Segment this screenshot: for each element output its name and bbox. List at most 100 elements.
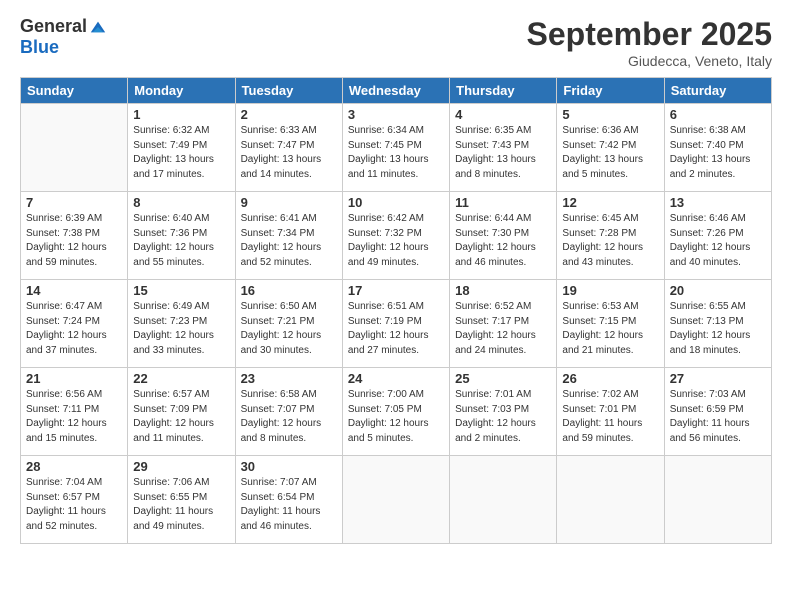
calendar-cell: 29 Sunrise: 7:06 AM Sunset: 6:55 PM Dayli… xyxy=(128,456,235,544)
header-thursday: Thursday xyxy=(450,78,557,104)
header: General Blue September 2025 Giudecca, Ve… xyxy=(20,16,772,69)
calendar-cell: 2 Sunrise: 6:33 AM Sunset: 7:47 PM Daylig… xyxy=(235,104,342,192)
cell-content: Sunrise: 7:04 AM Sunset: 6:57 PM Dayligh… xyxy=(26,476,122,534)
cell-content: Sunrise: 7:01 AM Sunset: 7:03 PM Dayligh… xyxy=(455,388,551,446)
day-number: 6 xyxy=(670,107,766,122)
calendar-table: SundayMondayTuesdayWednesdayThursdayFrid… xyxy=(20,77,772,544)
day-number: 21 xyxy=(26,371,122,386)
calendar-cell xyxy=(664,456,771,544)
cell-content: Sunrise: 6:36 AM Sunset: 7:42 PM Dayligh… xyxy=(562,124,658,182)
cell-content: Sunrise: 6:47 AM Sunset: 7:24 PM Dayligh… xyxy=(26,300,122,358)
calendar-cell xyxy=(21,104,128,192)
cell-content: Sunrise: 6:41 AM Sunset: 7:34 PM Dayligh… xyxy=(241,212,337,270)
cell-content: Sunrise: 7:00 AM Sunset: 7:05 PM Dayligh… xyxy=(348,388,444,446)
location: Giudecca, Veneto, Italy xyxy=(527,53,772,69)
calendar-cell: 26 Sunrise: 7:02 AM Sunset: 7:01 PM Dayli… xyxy=(557,368,664,456)
calendar-cell: 15 Sunrise: 6:49 AM Sunset: 7:23 PM Dayli… xyxy=(128,280,235,368)
cell-content: Sunrise: 6:58 AM Sunset: 7:07 PM Dayligh… xyxy=(241,388,337,446)
day-number: 23 xyxy=(241,371,337,386)
day-number: 5 xyxy=(562,107,658,122)
day-number: 19 xyxy=(562,283,658,298)
cell-content: Sunrise: 6:32 AM Sunset: 7:49 PM Dayligh… xyxy=(133,124,229,182)
cell-content: Sunrise: 6:45 AM Sunset: 7:28 PM Dayligh… xyxy=(562,212,658,270)
cell-content: Sunrise: 7:07 AM Sunset: 6:54 PM Dayligh… xyxy=(241,476,337,534)
logo-general-text: General xyxy=(20,16,87,37)
header-sunday: Sunday xyxy=(21,78,128,104)
cell-content: Sunrise: 6:51 AM Sunset: 7:19 PM Dayligh… xyxy=(348,300,444,358)
day-number: 28 xyxy=(26,459,122,474)
calendar-cell xyxy=(342,456,449,544)
calendar-cell: 11 Sunrise: 6:44 AM Sunset: 7:30 PM Dayli… xyxy=(450,192,557,280)
title-area: September 2025 Giudecca, Veneto, Italy xyxy=(527,16,772,69)
calendar-cell: 24 Sunrise: 7:00 AM Sunset: 7:05 PM Dayli… xyxy=(342,368,449,456)
day-number: 16 xyxy=(241,283,337,298)
calendar-week-row: 7Sunrise: 6:39 AM Sunset: 7:38 PM Daylig… xyxy=(21,192,772,280)
calendar-cell: 6 Sunrise: 6:38 AM Sunset: 7:40 PM Daylig… xyxy=(664,104,771,192)
calendar-cell: 27 Sunrise: 7:03 AM Sunset: 6:59 PM Dayli… xyxy=(664,368,771,456)
cell-content: Sunrise: 6:33 AM Sunset: 7:47 PM Dayligh… xyxy=(241,124,337,182)
day-number: 1 xyxy=(133,107,229,122)
calendar-week-row: 14Sunrise: 6:47 AM Sunset: 7:24 PM Dayli… xyxy=(21,280,772,368)
month-title: September 2025 xyxy=(527,16,772,53)
calendar-cell: 17Sunrise: 6:51 AM Sunset: 7:19 PM Dayli… xyxy=(342,280,449,368)
cell-content: Sunrise: 6:38 AM Sunset: 7:40 PM Dayligh… xyxy=(670,124,766,182)
day-number: 25 xyxy=(455,371,551,386)
cell-content: Sunrise: 6:49 AM Sunset: 7:23 PM Dayligh… xyxy=(133,300,229,358)
calendar-cell: 1 Sunrise: 6:32 AM Sunset: 7:49 PM Daylig… xyxy=(128,104,235,192)
header-saturday: Saturday xyxy=(664,78,771,104)
cell-content: Sunrise: 7:03 AM Sunset: 6:59 PM Dayligh… xyxy=(670,388,766,446)
calendar-cell: 10Sunrise: 6:42 AM Sunset: 7:32 PM Dayli… xyxy=(342,192,449,280)
day-number: 30 xyxy=(241,459,337,474)
calendar-cell: 22 Sunrise: 6:57 AM Sunset: 7:09 PM Dayli… xyxy=(128,368,235,456)
cell-content: Sunrise: 6:44 AM Sunset: 7:30 PM Dayligh… xyxy=(455,212,551,270)
calendar-cell xyxy=(557,456,664,544)
header-tuesday: Tuesday xyxy=(235,78,342,104)
cell-content: Sunrise: 6:56 AM Sunset: 7:11 PM Dayligh… xyxy=(26,388,122,446)
calendar-header-row: SundayMondayTuesdayWednesdayThursdayFrid… xyxy=(21,78,772,104)
day-number: 27 xyxy=(670,371,766,386)
calendar-week-row: 1 Sunrise: 6:32 AM Sunset: 7:49 PM Daylig… xyxy=(21,104,772,192)
calendar-cell: 23 Sunrise: 6:58 AM Sunset: 7:07 PM Dayli… xyxy=(235,368,342,456)
day-number: 29 xyxy=(133,459,229,474)
page-container: General Blue September 2025 Giudecca, Ve… xyxy=(0,0,792,612)
cell-content: Sunrise: 6:55 AM Sunset: 7:13 PM Dayligh… xyxy=(670,300,766,358)
calendar-cell: 25 Sunrise: 7:01 AM Sunset: 7:03 PM Dayli… xyxy=(450,368,557,456)
day-number: 20 xyxy=(670,283,766,298)
cell-content: Sunrise: 6:34 AM Sunset: 7:45 PM Dayligh… xyxy=(348,124,444,182)
day-number: 26 xyxy=(562,371,658,386)
day-number: 12 xyxy=(562,195,658,210)
day-number: 2 xyxy=(241,107,337,122)
day-number: 7 xyxy=(26,195,122,210)
header-monday: Monday xyxy=(128,78,235,104)
logo: General Blue xyxy=(20,16,107,58)
day-number: 22 xyxy=(133,371,229,386)
day-number: 4 xyxy=(455,107,551,122)
calendar-cell: 3 Sunrise: 6:34 AM Sunset: 7:45 PM Daylig… xyxy=(342,104,449,192)
day-number: 9 xyxy=(241,195,337,210)
day-number: 15 xyxy=(133,283,229,298)
day-number: 13 xyxy=(670,195,766,210)
calendar-cell: 21 Sunrise: 6:56 AM Sunset: 7:11 PM Dayli… xyxy=(21,368,128,456)
cell-content: Sunrise: 6:40 AM Sunset: 7:36 PM Dayligh… xyxy=(133,212,229,270)
logo-blue-text: Blue xyxy=(20,37,59,58)
calendar-cell: 18Sunrise: 6:52 AM Sunset: 7:17 PM Dayli… xyxy=(450,280,557,368)
calendar-cell: 20 Sunrise: 6:55 AM Sunset: 7:13 PM Dayli… xyxy=(664,280,771,368)
day-number: 3 xyxy=(348,107,444,122)
day-number: 24 xyxy=(348,371,444,386)
calendar-cell: 8Sunrise: 6:40 AM Sunset: 7:36 PM Daylig… xyxy=(128,192,235,280)
cell-content: Sunrise: 6:42 AM Sunset: 7:32 PM Dayligh… xyxy=(348,212,444,270)
cell-content: Sunrise: 7:02 AM Sunset: 7:01 PM Dayligh… xyxy=(562,388,658,446)
header-friday: Friday xyxy=(557,78,664,104)
day-number: 18 xyxy=(455,283,551,298)
calendar-cell: 4 Sunrise: 6:35 AM Sunset: 7:43 PM Daylig… xyxy=(450,104,557,192)
calendar-cell: 19 Sunrise: 6:53 AM Sunset: 7:15 PM Dayli… xyxy=(557,280,664,368)
cell-content: Sunrise: 6:46 AM Sunset: 7:26 PM Dayligh… xyxy=(670,212,766,270)
day-number: 11 xyxy=(455,195,551,210)
cell-content: Sunrise: 6:57 AM Sunset: 7:09 PM Dayligh… xyxy=(133,388,229,446)
calendar-cell: 16Sunrise: 6:50 AM Sunset: 7:21 PM Dayli… xyxy=(235,280,342,368)
cell-content: Sunrise: 6:53 AM Sunset: 7:15 PM Dayligh… xyxy=(562,300,658,358)
calendar-cell: 5 Sunrise: 6:36 AM Sunset: 7:42 PM Daylig… xyxy=(557,104,664,192)
calendar-cell xyxy=(450,456,557,544)
cell-content: Sunrise: 6:35 AM Sunset: 7:43 PM Dayligh… xyxy=(455,124,551,182)
cell-content: Sunrise: 7:06 AM Sunset: 6:55 PM Dayligh… xyxy=(133,476,229,534)
